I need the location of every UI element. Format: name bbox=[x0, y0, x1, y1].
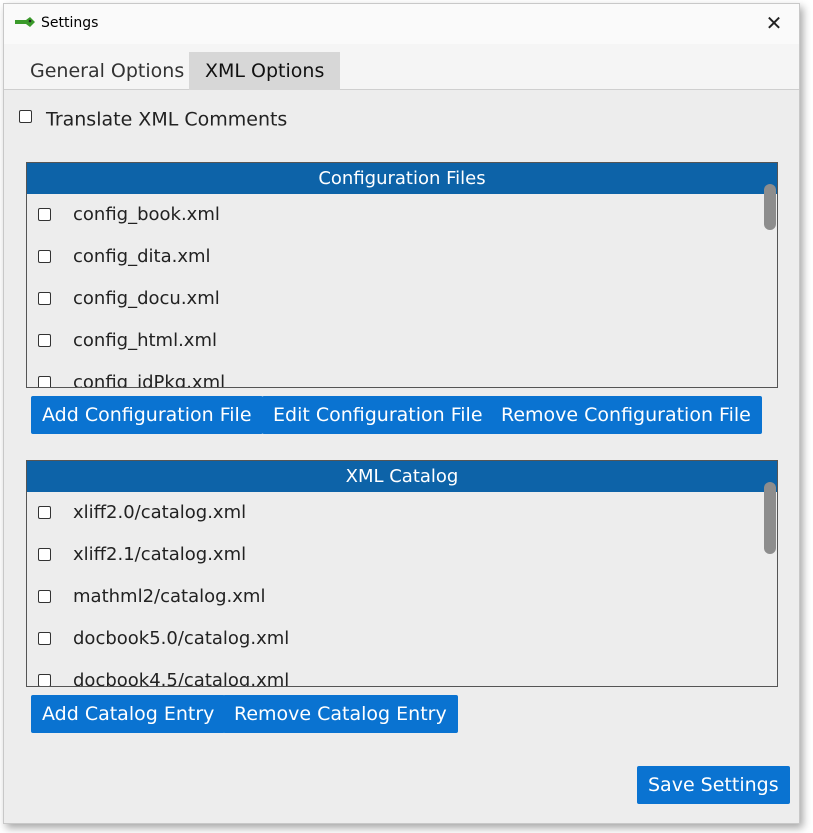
list-item[interactable]: mathml2/catalog.xml bbox=[27, 576, 777, 618]
list-item[interactable]: docbook4.5/catalog.xml bbox=[27, 660, 777, 687]
item-checkbox[interactable] bbox=[38, 590, 51, 603]
item-checkbox[interactable] bbox=[38, 250, 51, 263]
remove-configuration-file-button[interactable]: Remove Configuration File bbox=[490, 396, 762, 434]
list-item[interactable]: xliff2.0/catalog.xml bbox=[27, 492, 777, 534]
list-item[interactable]: config_html.xml bbox=[27, 320, 777, 362]
translate-comments-checkbox[interactable] bbox=[19, 110, 32, 123]
item-checkbox[interactable] bbox=[38, 548, 51, 561]
remove-catalog-entry-button[interactable]: Remove Catalog Entry bbox=[223, 695, 458, 733]
item-checkbox[interactable] bbox=[38, 506, 51, 519]
title-bar: Settings ✕ bbox=[4, 4, 799, 44]
item-checkbox[interactable] bbox=[38, 334, 51, 347]
item-label: docbook5.0/catalog.xml bbox=[73, 628, 290, 649]
list-item[interactable]: config_docu.xml bbox=[27, 278, 777, 320]
item-label: docbook4.5/catalog.xml bbox=[73, 670, 290, 687]
item-label: config_dita.xml bbox=[73, 246, 211, 267]
item-label: config_html.xml bbox=[73, 330, 217, 351]
item-label: xliff2.1/catalog.xml bbox=[73, 544, 247, 565]
settings-window: Settings ✕ General Options XML Options T… bbox=[3, 3, 800, 824]
catalog-list-scrollbar[interactable] bbox=[764, 482, 776, 554]
tab-bar: General Options XML Options bbox=[4, 44, 799, 90]
xml-catalog-list[interactable]: XML Catalog xliff2.0/catalog.xml xliff2.… bbox=[26, 460, 778, 687]
list-item[interactable]: config_book.xml bbox=[27, 194, 777, 236]
translate-comments-option[interactable]: Translate XML Comments bbox=[19, 108, 287, 131]
item-label: xliff2.0/catalog.xml bbox=[73, 502, 247, 523]
xml-catalog-header: XML Catalog bbox=[27, 461, 777, 492]
add-catalog-entry-button[interactable]: Add Catalog Entry bbox=[31, 695, 226, 733]
item-label: config_book.xml bbox=[73, 204, 220, 225]
save-settings-button[interactable]: Save Settings bbox=[637, 766, 790, 804]
item-checkbox[interactable] bbox=[38, 208, 51, 221]
tab-xml-options[interactable]: XML Options bbox=[189, 52, 341, 90]
close-button[interactable]: ✕ bbox=[759, 10, 789, 36]
item-label: mathml2/catalog.xml bbox=[73, 586, 266, 607]
item-checkbox[interactable] bbox=[38, 376, 51, 387]
item-checkbox[interactable] bbox=[38, 292, 51, 305]
list-item[interactable]: xliff2.1/catalog.xml bbox=[27, 534, 777, 576]
list-item[interactable]: config_dita.xml bbox=[27, 236, 777, 278]
edit-configuration-file-button[interactable]: Edit Configuration File bbox=[262, 396, 494, 434]
item-label: config_docu.xml bbox=[73, 288, 220, 309]
configuration-files-header: Configuration Files bbox=[27, 163, 777, 194]
translate-comments-label: Translate XML Comments bbox=[46, 108, 288, 131]
item-label: config_idPkg.xml bbox=[73, 372, 226, 388]
tab-general-options[interactable]: General Options bbox=[14, 52, 200, 90]
window-title: Settings bbox=[41, 15, 99, 31]
item-checkbox[interactable] bbox=[38, 674, 51, 686]
list-item[interactable]: docbook5.0/catalog.xml bbox=[27, 618, 777, 660]
app-logo-icon bbox=[15, 17, 35, 27]
config-list-scrollbar[interactable] bbox=[764, 184, 776, 230]
list-item[interactable]: config_idPkg.xml bbox=[27, 362, 777, 388]
configuration-files-list[interactable]: Configuration Files config_book.xml conf… bbox=[26, 162, 778, 388]
item-checkbox[interactable] bbox=[38, 632, 51, 645]
add-configuration-file-button[interactable]: Add Configuration File bbox=[31, 396, 263, 434]
